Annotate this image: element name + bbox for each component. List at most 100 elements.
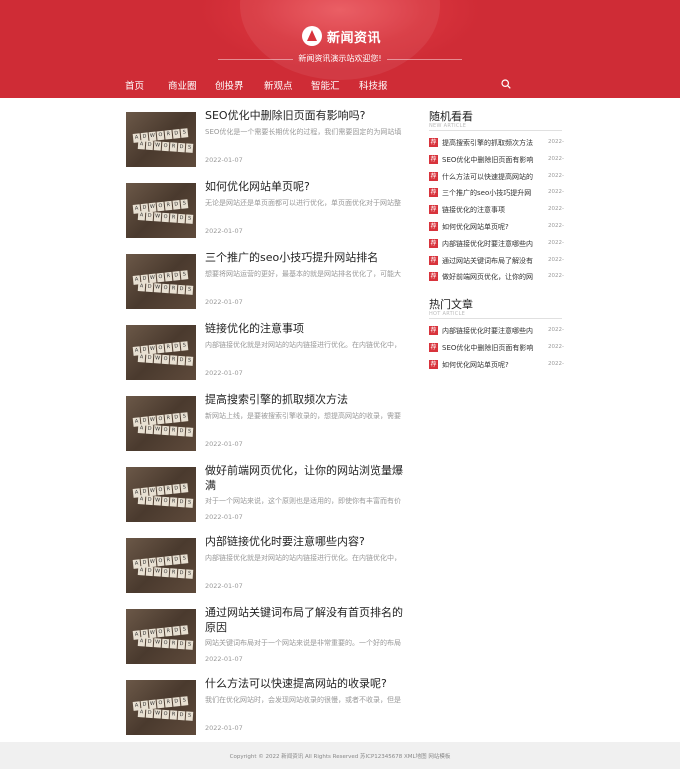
thumbnail-tile: D xyxy=(177,355,186,366)
article-title[interactable]: 内部链接优化时要注意哪些内容? xyxy=(205,534,410,549)
random-articles-item-title[interactable]: 什么方法可以快速提高网站的 xyxy=(442,172,537,182)
nav-item-0[interactable]: 首页 xyxy=(125,78,144,92)
article-title[interactable]: 什么方法可以快速提高网站的收录呢? xyxy=(205,676,410,691)
nav-item-2[interactable]: 创投界 xyxy=(215,78,244,92)
thumbnail-tile: O xyxy=(161,709,170,720)
site-logo[interactable]: 新闻资讯 xyxy=(302,24,381,48)
thumbnail-tile: D xyxy=(172,342,181,352)
random-articles-item-title[interactable]: 如何优化网站单页呢? xyxy=(442,222,537,232)
article-item[interactable]: A D W O R D S A D W O R D S 内部链接优化时要注意哪些内容? 内部链接优化就是对网站… xyxy=(126,535,406,594)
hot-articles-item-title[interactable]: 如何优化网站单页呢? xyxy=(442,360,537,370)
article-item[interactable]: A D W O R D S A D W O R D S 链接优化的注意事项 内部链接优化就是对网站的站内链接进… xyxy=(126,322,406,381)
thumbnail-tile: O xyxy=(156,343,165,354)
random-articles-item-title[interactable]: 链接优化的注意事项 xyxy=(442,205,537,215)
random-articles-item[interactable]: 荐三个推广的seo小技巧提升网 2022- xyxy=(429,187,564,199)
article-title[interactable]: 做好前端网页优化，让你的网站浏览量爆满 xyxy=(205,463,410,493)
thumbnail-tile: R xyxy=(164,626,173,637)
thumbnail-tile: D xyxy=(172,626,181,636)
thumbnail-tile: S xyxy=(185,711,194,721)
article-thumbnail[interactable]: ADWORDSADWORDS xyxy=(126,396,196,451)
article-thumbnail[interactable]: ADWORDSADWORDS xyxy=(126,112,196,167)
thumbnail-tile: W xyxy=(148,415,157,426)
thumbnail-tile: R xyxy=(169,568,178,578)
article-summary: 网站关键词布局对于一个网站来说是非常重要的。一个好的布局 xyxy=(205,639,401,647)
hot-articles-item[interactable]: 荐如何优化网站单页呢? 2022- xyxy=(429,359,564,371)
random-articles-item-title[interactable]: 通过网站关键词布局了解没有 xyxy=(442,256,537,266)
random-articles-item-title[interactable]: 提高搜索引擎的抓取频次方法 xyxy=(442,138,537,148)
random-articles-item[interactable]: 荐通过网站关键词布局了解没有 2022- xyxy=(429,255,564,267)
article-thumbnail[interactable]: ADWORDSADWORDS xyxy=(126,254,196,309)
nav-item-1[interactable]: 商业圈 xyxy=(168,78,197,92)
article-thumbnail[interactable]: ADWORDSADWORDS xyxy=(126,538,196,593)
hot-articles-item[interactable]: 荐内部链接优化时要注意哪些内 2022- xyxy=(429,325,564,337)
thumbnail-tile: S xyxy=(180,270,189,280)
thumbnail-tile: D xyxy=(177,284,186,295)
random-articles-item[interactable]: 荐如何优化网站单页呢? 2022- xyxy=(429,221,564,233)
random-articles-item-title[interactable]: 三个推广的seo小技巧提升网 xyxy=(442,188,537,198)
random-articles-item-title[interactable]: 内部链接优化时要注意哪些内 xyxy=(442,239,537,249)
thumbnail-tile: W xyxy=(148,628,157,639)
random-articles-item[interactable]: 荐链接优化的注意事项 2022- xyxy=(429,204,564,216)
search-icon[interactable] xyxy=(501,79,511,89)
article-thumbnail[interactable]: ADWORDSADWORDS xyxy=(126,680,196,735)
article-title[interactable]: 通过网站关键词布局了解没有首页排名的原因 xyxy=(205,605,410,635)
thumbnail-tile: A xyxy=(137,708,146,718)
thumbnail-tile: R xyxy=(169,284,178,294)
article-item[interactable]: A D W O R D S A D W O R D S SEO优化中删除旧页面有影响吗? SEO优化是一个需要… xyxy=(126,109,406,168)
thumbnail-tile: D xyxy=(172,129,181,139)
nav-item-4[interactable]: 智能汇 xyxy=(311,78,340,92)
thumbnail-tile: R xyxy=(169,142,178,152)
thumbnail-tile: R xyxy=(169,710,178,720)
article-thumbnail[interactable]: ADWORDSADWORDS xyxy=(126,609,196,664)
article-item[interactable]: A D W O R D S A D W O R D S 做好前端网页优化，让你的网站浏览量爆满 对于一个网站来… xyxy=(126,464,406,523)
hot-articles-item-title[interactable]: SEO优化中删除旧页面有影响 xyxy=(442,343,537,353)
article-thumbnail[interactable]: ADWORDSADWORDS xyxy=(126,183,196,238)
article-item[interactable]: A D W O R D S A D W O R D S 通过网站关键词布局了解没有首页排名的原因 网站关键词布… xyxy=(126,606,406,665)
thumbnail-tiles: ADWORDS xyxy=(137,637,194,650)
hot-articles-item-title[interactable]: 内部链接优化时要注意哪些内 xyxy=(442,326,537,336)
thumbnail-tile: D xyxy=(172,271,181,281)
thumbnail-tile: S xyxy=(180,128,189,138)
thumbnail-tile: A xyxy=(137,637,146,647)
thumbnail-tiles: ADWORDS xyxy=(137,424,194,437)
slogan-divider-right xyxy=(387,59,462,60)
hot-articles-item[interactable]: 荐 SEO优化中删除旧页面有影响 2022- xyxy=(429,342,564,354)
random-articles-item[interactable]: 荐做好前端网页优化，让你的网 2022- xyxy=(429,271,564,283)
thumbnail-tile: R xyxy=(169,426,178,436)
thumbnail-tile: O xyxy=(156,556,165,567)
thumbnail-tile: S xyxy=(180,554,189,564)
thumbnail-tile: R xyxy=(169,355,178,365)
article-title[interactable]: 提高搜索引擎的抓取频次方法 xyxy=(205,392,410,407)
thumbnail-tiles: ADWORDS xyxy=(137,708,194,721)
nav-item-5[interactable]: 科技报 xyxy=(359,78,388,92)
thumbnail-tile: O xyxy=(156,414,165,425)
random-articles-item-date: 2022- xyxy=(548,189,564,196)
random-articles-item[interactable]: 荐什么方法可以快速提高网站的 2022- xyxy=(429,171,564,183)
thumbnail-tile: R xyxy=(164,271,173,282)
random-articles-item-title[interactable]: SEO优化中删除旧页面有影响 xyxy=(442,155,537,165)
hot-articles-divider xyxy=(429,318,562,319)
article-thumbnail[interactable]: ADWORDSADWORDS xyxy=(126,467,196,522)
article-item[interactable]: A D W O R D S A D W O R D S 如何优化网站单页呢? 无论是网站还是单页面都可以进行优… xyxy=(126,180,406,239)
article-title[interactable]: 三个推广的seo小技巧提升网站排名 xyxy=(205,250,410,265)
thumbnail-tile: A xyxy=(137,211,146,221)
site-header: 新闻资讯 新闻资讯演示站欢迎您! 首页 商业圈 创投界 新观点 智能汇 科技报 xyxy=(0,0,680,98)
thumbnail-tile: R xyxy=(164,697,173,708)
thumbnail-tile: R xyxy=(164,342,173,353)
article-title[interactable]: SEO优化中删除旧页面有影响吗? xyxy=(205,108,410,123)
random-articles-item[interactable]: 荐提高搜索引擎的抓取频次方法 2022- xyxy=(429,137,564,149)
nav-item-3[interactable]: 新观点 xyxy=(264,78,293,92)
random-articles-item[interactable]: 荐 SEO优化中删除旧页面有影响 2022- xyxy=(429,154,564,166)
thumbnail-tile: D xyxy=(172,555,181,565)
thumbnail-tile: W xyxy=(153,638,162,648)
random-articles-item[interactable]: 荐内部链接优化时要注意哪些内 2022- xyxy=(429,238,564,250)
article-date: 2022-01-07 xyxy=(205,298,243,306)
article-item[interactable]: A D W O R D S A D W O R D S 提高搜索引擎的抓取频次方法 新网站上线，是要被搜索引擎… xyxy=(126,393,406,452)
article-title[interactable]: 链接优化的注意事项 xyxy=(205,321,410,336)
article-title[interactable]: 如何优化网站单页呢? xyxy=(205,179,410,194)
article-thumbnail[interactable]: ADWORDSADWORDS xyxy=(126,325,196,380)
article-item[interactable]: A D W O R D S A D W O R D S 什么方法可以快速提高网站的收录呢? 我们在优化网站时，… xyxy=(126,677,406,736)
article-summary: 内部链接优化就是对网站的站内链接进行优化。在内链优化中， xyxy=(205,341,401,349)
random-articles-item-title[interactable]: 做好前端网页优化，让你的网 xyxy=(442,272,537,282)
article-item[interactable]: A D W O R D S A D W O R D S 三个推广的seo小技巧提升网站排名 想要将网站运营的更… xyxy=(126,251,406,310)
